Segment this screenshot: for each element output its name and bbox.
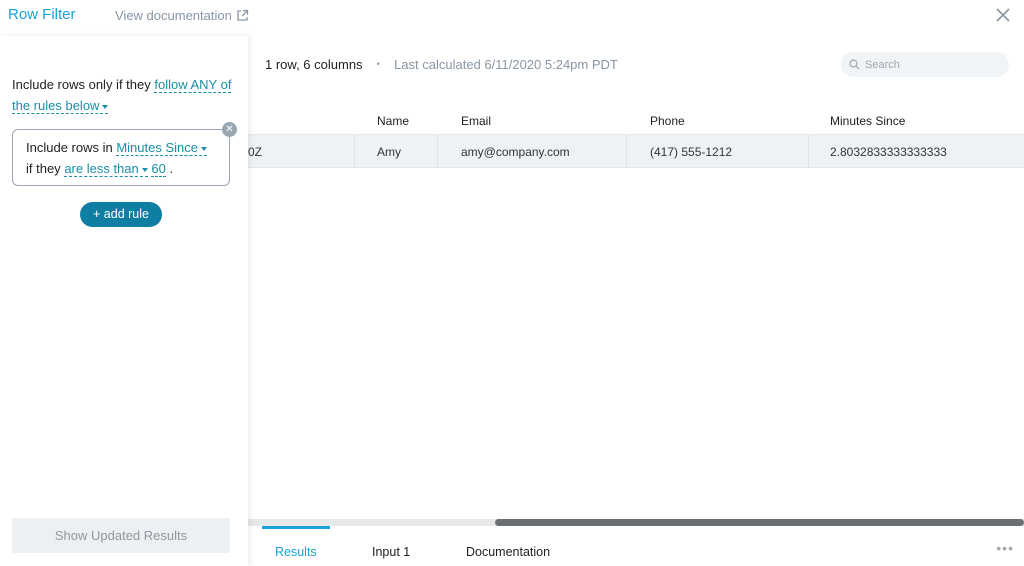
rule-value-input[interactable]: 60 [151,161,166,177]
meta-separator: • [376,59,381,70]
column-header-minutes-since[interactable]: Minutes Since [830,114,905,128]
column-header-email[interactable]: Email [461,114,491,128]
chevron-down-icon [102,104,109,109]
bottom-tabs: Results Input 1 Documentation ••• [248,526,1024,566]
rule-prefix: Include rows in [26,140,113,155]
column-divider [354,135,355,168]
rule-operator-dropdown[interactable]: are less than [64,161,148,177]
cell-minutes-since: 2.8032833333333333 [830,145,947,159]
results-table: Name Email Phone Minutes Since 0Z Amy am… [248,108,1024,168]
filter-panel: Include rows only if they follow ANY of … [0,36,248,566]
add-rule-button[interactable]: + add rule [80,202,162,227]
filter-intro: Include rows only if they follow ANY of … [12,74,237,116]
column-header-phone[interactable]: Phone [650,114,685,128]
column-divider [437,135,438,168]
rule-suffix: . [169,161,174,176]
external-link-icon [237,9,248,21]
search-icon [849,59,860,70]
scrollbar-thumb[interactable] [495,519,1024,526]
rule-operator-value: are less than [64,161,139,176]
rule-mid: if they [26,161,61,176]
view-documentation-label: View documentation [115,8,232,23]
cell-email: amy@company.com [461,145,570,159]
cell-phone: (417) 555-1212 [650,145,733,159]
dialog-title: Row Filter [8,6,76,23]
column-header-name[interactable]: Name [377,114,409,128]
row-count: 1 row, 6 columns [265,57,363,72]
last-calculated: Last calculated 6/11/2020 5:24pm PDT [394,57,618,72]
dialog-header: Row Filter View documentation [0,0,1024,36]
search-box[interactable] [841,52,1009,77]
chevron-down-icon [201,146,207,151]
results-panel: 1 row, 6 columns • Last calculated 6/11/… [248,36,1024,566]
horizontal-scrollbar[interactable] [248,519,1024,526]
show-updated-results-button[interactable]: Show Updated Results [12,518,230,553]
chevron-down-icon [141,167,148,172]
results-meta: 1 row, 6 columns • Last calculated 6/11/… [265,57,618,72]
remove-rule-icon[interactable]: ✕ [222,122,237,137]
table-row[interactable]: 0Z Amy amy@company.com (417) 555-1212 2.… [248,135,1024,168]
tab-input-1[interactable]: Input 1 [372,545,410,559]
column-divider [626,135,627,168]
active-tab-indicator [262,526,330,529]
filter-intro-label: Include rows only if they [12,77,151,92]
filter-rule: Include rows in Minutes Since if they ar… [12,122,237,186]
cell-partial: 0Z [248,145,263,159]
tab-results[interactable]: Results [275,545,317,559]
rule-column-value: Minutes Since [116,140,198,155]
search-input[interactable] [865,58,995,71]
close-icon[interactable] [994,6,1012,24]
rule-column-dropdown[interactable]: Minutes Since [116,140,207,156]
cell-name: Amy [377,145,401,159]
tab-documentation[interactable]: Documentation [466,545,550,559]
column-divider [808,135,809,168]
table-header: Name Email Phone Minutes Since [248,108,1024,135]
view-documentation-link[interactable]: View documentation [115,8,249,23]
more-options-icon[interactable]: ••• [996,540,1014,556]
